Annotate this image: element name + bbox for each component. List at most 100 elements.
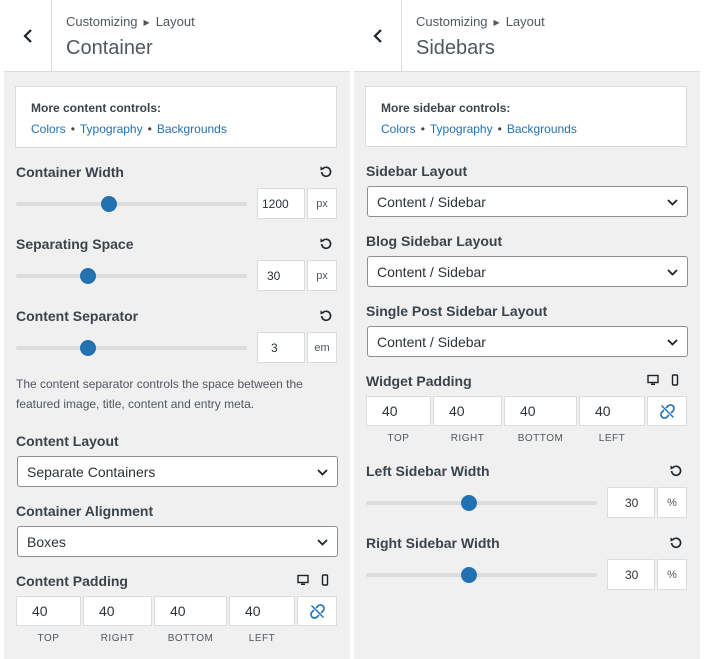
widget-padding-left-input[interactable]: 40: [579, 396, 645, 426]
customizer-panel-sidebars: Customizing ▶ Layout Sidebars More sidebar…: [354, 0, 700, 659]
breadcrumb-section: Layout: [155, 14, 195, 29]
mobile-icon[interactable]: [668, 373, 682, 387]
breadcrumb-separator-icon: ▶: [143, 18, 150, 27]
chevron-down-icon: [667, 199, 678, 206]
left-sidebar-width-slider-track[interactable]: [366, 501, 597, 505]
widget-padding-right-input[interactable]: 40: [433, 396, 502, 426]
sidebar-layout-value: Content / Sidebar: [377, 193, 486, 210]
right-sidebar-width-slider-track[interactable]: [366, 573, 597, 577]
content-padding-left-input[interactable]: 40: [229, 596, 295, 626]
reset-icon[interactable]: [319, 309, 333, 323]
content-separator-label: Content Separator: [16, 308, 139, 324]
blog-sidebar-layout-select[interactable]: Content / Sidebar: [367, 256, 688, 287]
left-sidebar-width-input[interactable]: 30: [607, 487, 655, 518]
content-separator-slider-track[interactable]: [16, 346, 247, 350]
more-controls-title: More content controls:: [31, 101, 162, 115]
container-width-slider-handle[interactable]: [101, 196, 117, 212]
panel-header: Customizing ▶ Layout Sidebars: [354, 0, 700, 72]
content-padding-bottom-input[interactable]: 40: [154, 596, 227, 626]
customizer-panel-container: Customizing ▶ Layout Container More conten…: [4, 0, 350, 659]
chevron-down-icon: [317, 539, 328, 546]
reset-icon[interactable]: [319, 237, 333, 251]
unlink-icon: [659, 403, 675, 419]
container-width-slider-track[interactable]: [16, 202, 247, 206]
desktop-icon[interactable]: [646, 373, 660, 387]
widget-padding-bottom-input[interactable]: 40: [504, 396, 577, 426]
content-separator-unit[interactable]: em: [307, 332, 337, 363]
desktop-icon[interactable]: [296, 573, 310, 587]
sidebar-layout-select[interactable]: Content / Sidebar: [367, 186, 688, 217]
content-layout-label: Content Layout: [16, 433, 119, 449]
left-sidebar-width-slider-handle[interactable]: [461, 495, 477, 511]
container-alignment-select[interactable]: Boxes: [17, 526, 338, 557]
single-post-sidebar-layout-label: Single Post Sidebar Layout: [366, 303, 548, 319]
single-post-sidebar-layout-value: Content / Sidebar: [377, 333, 486, 350]
container-width-label: Container Width: [16, 164, 124, 180]
breadcrumb: Customizing ▶ Layout: [66, 14, 195, 29]
container-width-unit[interactable]: px: [307, 188, 337, 219]
breadcrumb-separator-icon: ▶: [493, 18, 500, 27]
padding-label-left: LEFT: [248, 633, 276, 644]
more-controls-box: More sidebar controls: Colors • Typography…: [365, 86, 687, 147]
chevron-left-icon: [372, 28, 382, 43]
separating-space-slider-handle[interactable]: [80, 268, 96, 284]
more-controls-box: More content controls: Colors • Typography…: [15, 86, 337, 148]
separating-space-label: Separating Space: [16, 236, 134, 252]
more-controls-title: More sidebar controls:: [381, 101, 511, 115]
left-sidebar-width-unit[interactable]: %: [657, 487, 687, 518]
widget-padding-link-button[interactable]: [647, 396, 687, 426]
padding-label-top: TOP: [387, 433, 410, 444]
device-switcher: [296, 573, 332, 587]
content-layout-select[interactable]: Separate Containers: [17, 456, 338, 487]
right-sidebar-width-input[interactable]: 30: [607, 559, 655, 590]
content-separator-description: The content separator controls the space…: [16, 377, 303, 411]
content-padding-label: Content Padding: [16, 573, 128, 589]
device-switcher: [646, 373, 682, 387]
back-button[interactable]: [4, 0, 52, 71]
padding-label-right: RIGHT: [450, 433, 485, 444]
content-separator-input[interactable]: 3: [257, 332, 305, 363]
more-controls-links: Colors • Typography • Backgrounds: [381, 122, 577, 136]
sidebar-layout-label: Sidebar Layout: [366, 163, 468, 179]
container-alignment-label: Container Alignment: [16, 503, 154, 519]
backgrounds-link[interactable]: Backgrounds: [157, 122, 227, 136]
page-title: Container: [66, 37, 153, 59]
separating-space-input[interactable]: 30: [257, 260, 305, 291]
typography-link[interactable]: Typography: [430, 122, 493, 136]
reset-icon[interactable]: [669, 464, 683, 478]
widget-padding-label: Widget Padding: [366, 373, 472, 389]
colors-link[interactable]: Colors: [31, 122, 66, 136]
breadcrumb: Customizing ▶ Layout: [416, 14, 545, 29]
padding-label-bottom: BOTTOM: [167, 633, 214, 644]
more-controls-links: Colors • Typography • Backgrounds: [31, 122, 227, 136]
typography-link[interactable]: Typography: [80, 122, 143, 136]
back-button[interactable]: [354, 0, 402, 71]
container-width-input[interactable]: 1200: [257, 188, 305, 219]
content-layout-value: Separate Containers: [27, 463, 156, 480]
chevron-down-icon: [667, 339, 678, 346]
separating-space-slider-track[interactable]: [16, 274, 247, 278]
padding-label-bottom: BOTTOM: [517, 433, 564, 444]
backgrounds-link[interactable]: Backgrounds: [507, 122, 577, 136]
breadcrumb-root: Customizing: [416, 14, 488, 29]
right-sidebar-width-label: Right Sidebar Width: [366, 535, 500, 551]
content-padding-right-input[interactable]: 40: [83, 596, 152, 626]
panel-header: Customizing ▶ Layout Container: [4, 0, 350, 72]
separating-space-unit[interactable]: px: [307, 260, 337, 291]
mobile-icon[interactable]: [318, 573, 332, 587]
content-padding-link-button[interactable]: [297, 596, 337, 626]
widget-padding-top-input[interactable]: 40: [366, 396, 431, 426]
page-title: Sidebars: [416, 37, 495, 59]
reset-icon[interactable]: [319, 165, 333, 179]
right-sidebar-width-unit[interactable]: %: [657, 559, 687, 590]
padding-label-right: RIGHT: [100, 633, 135, 644]
single-post-sidebar-layout-select[interactable]: Content / Sidebar: [367, 326, 688, 357]
content-padding-top-input[interactable]: 40: [16, 596, 81, 626]
reset-icon[interactable]: [669, 536, 683, 550]
right-sidebar-width-slider-handle[interactable]: [461, 567, 477, 583]
chevron-left-icon: [22, 28, 32, 43]
padding-label-top: TOP: [37, 633, 60, 644]
content-separator-slider-handle[interactable]: [80, 340, 96, 356]
unlink-icon: [309, 603, 325, 619]
colors-link[interactable]: Colors: [381, 122, 416, 136]
